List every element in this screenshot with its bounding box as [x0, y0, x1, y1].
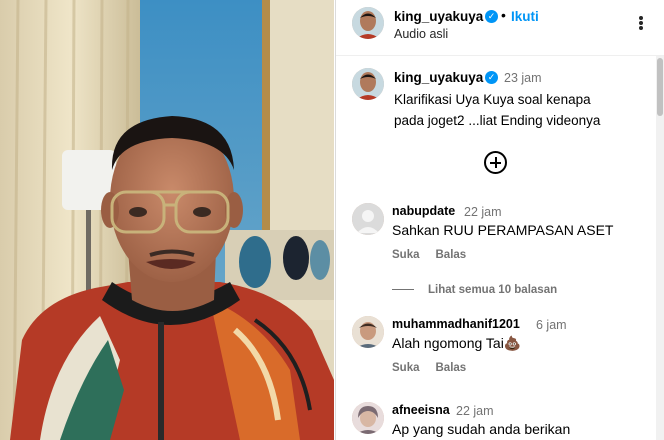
video-player[interactable]: [0, 0, 334, 440]
like-button[interactable]: Suka: [392, 362, 420, 374]
plus-circle-icon[interactable]: [484, 151, 507, 174]
comment-username[interactable]: nabupdate: [392, 204, 455, 218]
view-replies-label: Lihat semua 10 balasan: [428, 284, 558, 296]
verified-badge-icon: ✓: [485, 10, 498, 23]
video-frame-image: [0, 0, 334, 440]
caption-verified-badge-icon: ✓: [485, 71, 498, 84]
comment-avatar-default[interactable]: [352, 203, 384, 235]
comment-username[interactable]: afneeisna: [392, 403, 450, 417]
caption-author-avatar[interactable]: [352, 68, 384, 100]
comment-username[interactable]: muhammadhanif1201: [392, 317, 520, 331]
comment-timestamp[interactable]: 22 jam: [464, 205, 502, 219]
comment-avatar[interactable]: [352, 316, 384, 348]
replies-divider-line: [392, 289, 414, 291]
caption-username[interactable]: king_uyakuya: [394, 70, 483, 85]
author-username[interactable]: king_uyakuya: [394, 9, 483, 24]
audio-link[interactable]: Audio asli: [394, 27, 448, 41]
comment-actions: Suka Balas: [392, 249, 482, 261]
like-button[interactable]: Suka: [392, 249, 420, 261]
comment-actions: Suka Balas: [392, 362, 482, 374]
author-avatar[interactable]: [352, 7, 384, 39]
comment-avatar[interactable]: [352, 402, 384, 434]
view-replies-button[interactable]: Lihat semua 10 balasan: [392, 284, 557, 296]
default-avatar-icon: [352, 203, 384, 235]
reply-button[interactable]: Balas: [436, 249, 467, 261]
comment-timestamp[interactable]: 22 jam: [456, 404, 494, 418]
post-header: king_uyakuya ✓ • Ikuti Audio asli: [336, 0, 664, 56]
comment-text: Ap yang sudah anda berikan: [392, 421, 571, 437]
comment-avatar-image: [352, 316, 384, 348]
caption-text: Klarifikasi Uya Kuya soal kenapa pada jo…: [394, 92, 601, 128]
comment-text: Sahkan RUU PERAMPASAN ASET: [392, 222, 614, 238]
caption-avatar-image: [352, 68, 384, 100]
scrollbar-thumb[interactable]: [657, 58, 663, 116]
separator-dot: •: [501, 7, 506, 23]
reply-button[interactable]: Balas: [436, 362, 467, 374]
comments-scrollbar[interactable]: [656, 56, 664, 440]
follow-button[interactable]: Ikuti: [511, 9, 539, 24]
author-avatar-image: [352, 7, 384, 39]
post-side-panel: king_uyakuya ✓ • Ikuti Audio asli king_u…: [335, 0, 664, 440]
caption-timestamp[interactable]: 23 jam: [504, 71, 542, 85]
comment-avatar-image: [352, 402, 384, 434]
more-options-icon[interactable]: [631, 13, 651, 33]
comment-timestamp[interactable]: 6 jam: [536, 318, 567, 332]
comment-text: Alah ngomong Tai💩: [392, 335, 522, 351]
